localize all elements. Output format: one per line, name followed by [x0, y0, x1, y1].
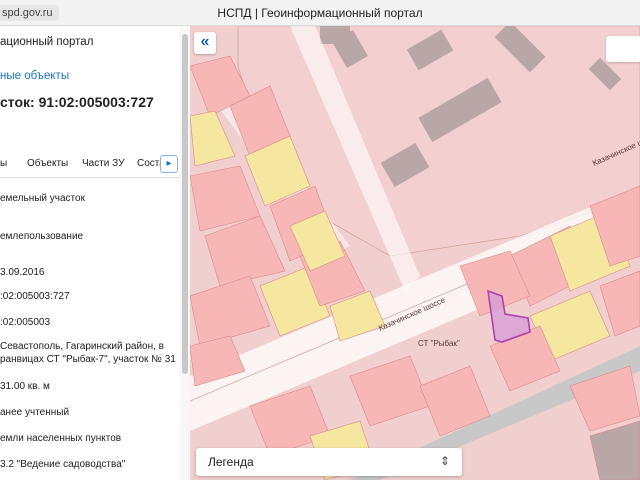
- portal-title: ационный портал: [0, 36, 94, 48]
- field-category: емли населенных пунктов: [0, 433, 122, 444]
- legend-select[interactable]: Легенда ⇕: [196, 448, 462, 476]
- tabs-next-button[interactable]: ▸: [160, 155, 178, 173]
- panel-scrollbar[interactable]: [180, 26, 190, 480]
- map-view[interactable]: Казачинское шоссе Казачинское шоссе СТ "…: [190, 26, 640, 480]
- place-label: СТ "Рыбак": [418, 339, 460, 348]
- field-ownership: емлепользование: [0, 231, 84, 242]
- panel-tabs: ы Объекты Части ЗУ Соста ▸: [0, 152, 190, 178]
- field-usage: 3.2 "Ведение садоводства": [0, 459, 126, 470]
- title-bar: spd.gov.ru НСПД | Геоинформационный порт…: [0, 0, 640, 26]
- tab-objects[interactable]: Объекты: [27, 158, 68, 169]
- building: [320, 26, 350, 44]
- legend-label: Легенда: [208, 455, 254, 469]
- map-canvas[interactable]: Казачинское шоссе Казачинское шоссе СТ "…: [190, 26, 640, 480]
- field-type: емельный участок: [0, 193, 85, 204]
- field-status: анее учтенный: [0, 407, 70, 418]
- field-address-1: Севастополь, Гагаринский район, в: [0, 341, 164, 352]
- map-search-box[interactable]: [606, 36, 640, 62]
- field-address-2: ранвицах СТ "Рыбак-7", участок № 31: [0, 354, 176, 365]
- field-area: 31.00 кв. м: [0, 381, 50, 392]
- field-cadastral-number: :02:005003:727: [0, 291, 70, 302]
- objects-link[interactable]: ные объекты: [0, 70, 69, 82]
- panel-scrollbar-thumb[interactable]: [182, 34, 188, 374]
- chevron-updown-icon: ⇕: [439, 454, 450, 468]
- field-quarter: :02:005003: [0, 317, 51, 328]
- parcel-heading: сток: 91:02:005003:727: [0, 94, 154, 110]
- tab-0[interactable]: ы: [0, 158, 7, 169]
- field-date: 3.09.2016: [0, 267, 45, 278]
- window-title: НСПД | Геоинформационный портал: [217, 6, 423, 20]
- collapse-panel-button[interactable]: «: [194, 32, 216, 54]
- tab-parts[interactable]: Части ЗУ: [82, 158, 124, 169]
- side-panel: ационный портал ные объекты сток: 91:02:…: [0, 26, 190, 480]
